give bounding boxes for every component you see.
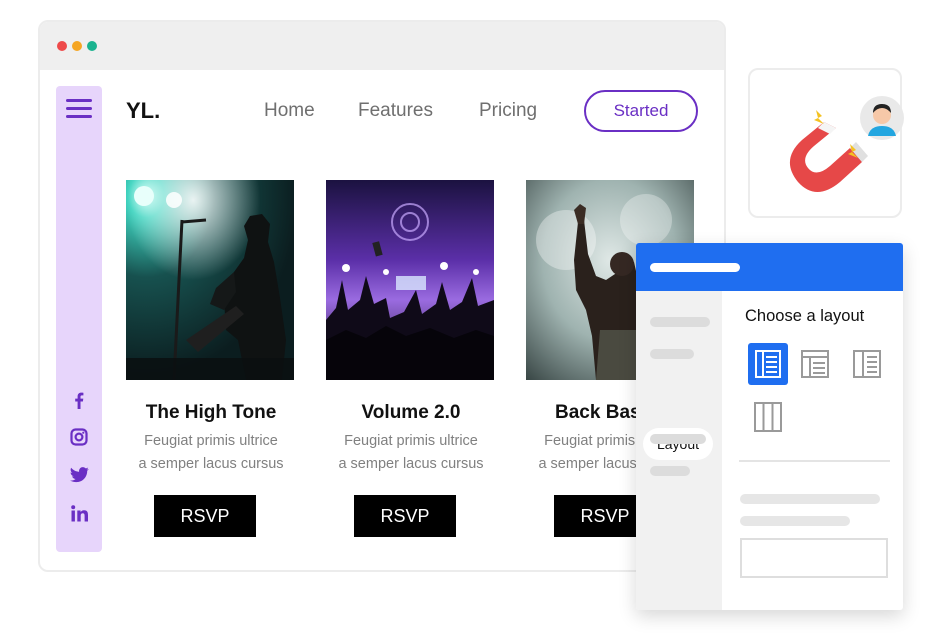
layout-sidebar-left-icon[interactable] (748, 343, 788, 385)
rsvp-button[interactable]: RSVP (354, 495, 456, 537)
nav-features[interactable]: Features (358, 100, 433, 122)
choose-layout-title: Choose a layout (745, 307, 865, 325)
started-button[interactable]: Started (584, 90, 698, 132)
event-card: Volume 2.0 Feugiat primis ultrice a semp… (326, 180, 496, 537)
content-placeholder (740, 494, 880, 504)
nav-home[interactable]: Home (264, 100, 315, 122)
side-rail (56, 86, 102, 552)
instagram-icon[interactable] (56, 426, 102, 448)
minimize-dot[interactable] (72, 41, 82, 51)
linkedin-icon[interactable] (56, 502, 102, 524)
close-dot[interactable] (57, 41, 67, 51)
facebook-icon[interactable] (56, 389, 102, 411)
card-title: Volume 2.0 (361, 402, 461, 423)
card-description: Feugiat primis ultrice a semper lacus cu… (126, 430, 296, 476)
sidebar-placeholder[interactable] (650, 434, 706, 444)
card-desc-line2: a semper lacus cursus (338, 456, 484, 472)
header-placeholder-bar (650, 263, 740, 272)
layout-sidebar-right-icon[interactable] (847, 343, 887, 385)
tab-layout[interactable]: Layout (643, 428, 713, 460)
sidebar-placeholder[interactable] (650, 317, 710, 327)
panel-divider (739, 460, 890, 462)
nav-pricing[interactable]: Pricing (479, 100, 537, 122)
content-placeholder (740, 516, 850, 526)
rsvp-button[interactable]: RSVP (154, 495, 256, 537)
card-desc-line1: Feugiat primis ultrice (344, 433, 478, 449)
card-title: The High Tone (145, 402, 277, 423)
layout-panel: Layout Choose a layout (636, 243, 903, 610)
card-desc-line2: a semper lacus cursus (138, 456, 284, 472)
card-description: Feugiat primis ultrice a semper lacus cu… (326, 430, 496, 476)
maximize-dot[interactable] (87, 41, 97, 51)
panel-input-field[interactable] (740, 538, 888, 578)
lead-magnet-card (748, 68, 904, 218)
hamburger-icon[interactable] (66, 99, 92, 119)
panel-header (636, 243, 903, 291)
browser-window: YL. Home Features Pricing Started The Hi… (38, 20, 726, 572)
layout-header-icon[interactable] (795, 343, 835, 385)
user-avatar-icon (860, 96, 904, 140)
layout-columns-icon[interactable] (748, 396, 788, 438)
sidebar-placeholder[interactable] (650, 466, 690, 476)
card-desc-line1: Feugiat primis ultrice (144, 433, 278, 449)
magnet-icon (789, 110, 868, 192)
browser-title-bar (40, 22, 724, 70)
panel-sidebar: Layout (636, 291, 722, 610)
twitter-icon[interactable] (56, 464, 102, 486)
event-card: The High Tone Feugiat primis ultrice a s… (126, 180, 296, 537)
sidebar-placeholder[interactable] (650, 349, 694, 359)
concert-image-crowd (326, 180, 494, 380)
site-logo[interactable]: YL. (126, 98, 160, 124)
concert-image-singer (126, 180, 294, 380)
